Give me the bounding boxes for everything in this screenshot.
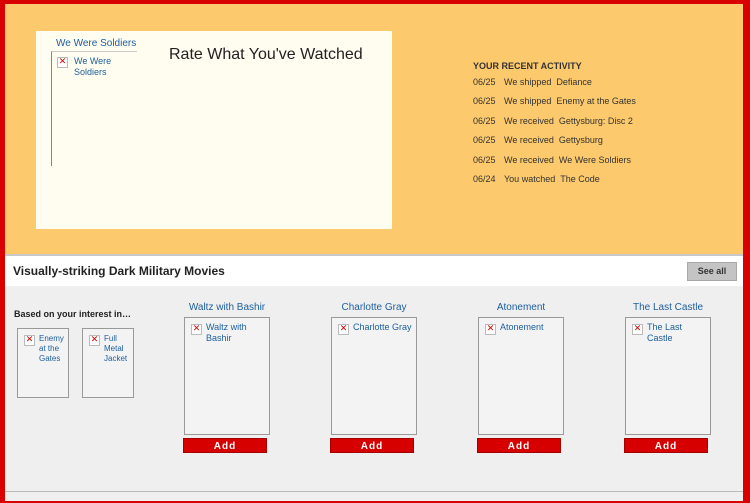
activity-row: 06/25 We received Gettysburg: Disc 2 — [473, 116, 636, 135]
activity-verb: You watched — [504, 173, 556, 184]
rate-film-thumbnail[interactable]: ✕ We Were Soldiers — [51, 51, 137, 166]
movie-thumbnail[interactable]: ✕ Waltz with Bashir — [184, 317, 270, 435]
activity-verb: We shipped — [504, 77, 552, 87]
movie-thumb-label[interactable]: Charlotte Gray — [353, 322, 415, 333]
activity-date: 06/25 — [473, 154, 496, 165]
movie-thumbnail[interactable]: ✕ Atonement — [478, 317, 564, 435]
activity-row: 06/24 You watched The Code — [473, 174, 636, 193]
movie-title-link[interactable]: Charlotte Gray — [330, 302, 418, 316]
broken-image-icon: ✕ — [57, 57, 68, 68]
row-header: Visually-striking Dark Military Movies S… — [5, 256, 743, 286]
add-button[interactable]: Add — [477, 438, 561, 453]
top-section: We Were Soldiers ✕ We Were Soldiers Rate… — [5, 4, 743, 254]
activity-date: 06/25 — [473, 135, 496, 146]
activity-row: 06/25 We received We Were Soldiers — [473, 155, 636, 174]
rate-thumb-label[interactable]: We Were Soldiers — [74, 56, 134, 78]
movie-thumbnail[interactable]: ✕ The Last Castle — [625, 317, 711, 435]
activity-verb: We shipped — [504, 96, 552, 107]
add-button[interactable]: Add — [330, 438, 414, 453]
add-button[interactable]: Add — [624, 438, 708, 453]
activity-verb: We received — [504, 154, 554, 165]
movie-title-link[interactable]: Waltz with Bashir — [183, 302, 271, 316]
activity-title[interactable]: We Were Soldiers — [559, 155, 631, 165]
rate-film-title[interactable]: We Were Soldiers — [56, 38, 136, 49]
movie-thumbnail[interactable]: ✕ Charlotte Gray — [331, 317, 417, 435]
movie-thumb-label[interactable]: Atonement — [500, 322, 562, 333]
bottom-divider — [5, 491, 743, 492]
interest-item[interactable]: ✕ Enemy at the Gates — [17, 328, 69, 398]
activity-title[interactable]: Defiance — [556, 77, 592, 87]
interest-label[interactable]: Full Metal Jacket — [104, 334, 132, 364]
movie-card: The Last Castle ✕ The Last Castle Add — [624, 302, 712, 453]
activity-verb: We received — [504, 115, 554, 126]
see-all-button[interactable]: See all — [687, 262, 737, 281]
recent-activity-heading: YOUR RECENT ACTIVITY — [473, 61, 582, 71]
activity-row: 06/25 We shipped Defiance — [473, 77, 636, 96]
activity-title[interactable]: Enemy at the Gates — [556, 96, 636, 106]
rate-heading: Rate What You've Watched — [169, 46, 363, 63]
activity-date: 06/25 — [473, 77, 496, 87]
movie-thumb-label[interactable]: The Last Castle — [647, 322, 709, 344]
movie-thumb-label[interactable]: Waltz with Bashir — [206, 322, 268, 344]
broken-image-icon: ✕ — [89, 335, 100, 346]
broken-image-icon: ✕ — [24, 335, 35, 346]
movie-card: Waltz with Bashir ✕ Waltz with Bashir Ad… — [183, 302, 271, 453]
row-title: Visually-striking Dark Military Movies — [13, 264, 225, 278]
broken-image-icon: ✕ — [191, 324, 202, 335]
based-on-label: Based on your interest in… — [14, 309, 132, 319]
interest-label[interactable]: Enemy at the Gates — [39, 334, 67, 364]
broken-image-icon: ✕ — [338, 324, 349, 335]
movie-title-link[interactable]: The Last Castle — [624, 302, 712, 316]
recent-activity: YOUR RECENT ACTIVITY 06/25 We shipped Defi… — [473, 61, 636, 193]
activity-row: 06/25 We received Gettysburg — [473, 135, 636, 154]
rate-panel: We Were Soldiers ✕ We Were Soldiers Rate… — [36, 31, 392, 229]
activity-row: 06/25 We shipped Enemy at the Gates — [473, 96, 636, 115]
broken-image-icon: ✕ — [632, 324, 643, 335]
add-button[interactable]: Add — [183, 438, 267, 453]
activity-title[interactable]: Gettysburg — [559, 135, 603, 145]
page-frame: We Were Soldiers ✕ We Were Soldiers Rate… — [5, 4, 743, 501]
interest-item[interactable]: ✕ Full Metal Jacket — [82, 328, 134, 398]
broken-image-icon: ✕ — [485, 324, 496, 335]
movie-card: Atonement ✕ Atonement Add — [477, 302, 565, 453]
activity-title[interactable]: The Code — [560, 174, 600, 184]
activity-verb: We received — [504, 135, 554, 146]
activity-date: 06/25 — [473, 115, 496, 126]
activity-date: 06/24 — [473, 173, 496, 184]
activity-title[interactable]: Gettysburg: Disc 2 — [559, 116, 633, 126]
activity-date: 06/25 — [473, 96, 496, 107]
movie-title-link[interactable]: Atonement — [477, 302, 565, 316]
movie-card: Charlotte Gray ✕ Charlotte Gray Add — [330, 302, 418, 453]
